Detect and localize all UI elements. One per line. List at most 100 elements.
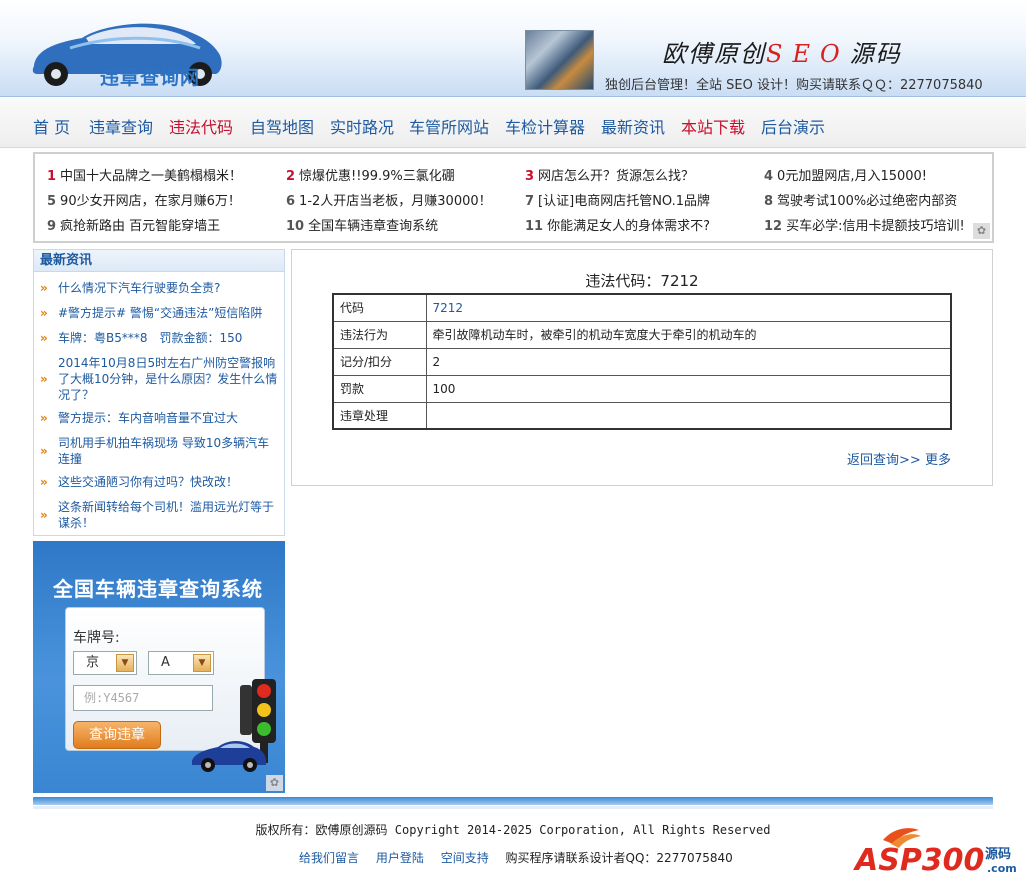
- ad-link[interactable]: 1 中国十大品牌之一美鹤榻榻米！: [47, 165, 242, 184]
- ad-rank: 11: [525, 219, 544, 234]
- ad-rank: 12: [764, 219, 783, 234]
- ad-link[interactable]: 6 1-2人开店当老板，月赚30000！: [286, 190, 492, 209]
- news-panel-title: 最新资讯: [34, 250, 284, 272]
- table-row: 代码 7212: [332, 293, 952, 322]
- paw-icon[interactable]: ✿: [266, 775, 283, 791]
- ad-text: 90少女开网店，在家月赚6万！: [60, 194, 241, 209]
- province-select[interactable]: 京 ▼: [73, 651, 137, 675]
- news-item-text: 这条新闻转给每个司机！滥用远光灯等于谋杀！: [58, 500, 275, 530]
- bullet-arrow-icon: »: [40, 306, 48, 320]
- detail-value: [425, 401, 952, 430]
- brand-subtitle: 独创后台管理！全站 SEO 设计！购买请联系ＱＱ：2277075840: [605, 78, 983, 93]
- detail-key: 代码: [332, 293, 427, 322]
- ad-rank: 5: [47, 194, 57, 209]
- badge-text: ASP300: [853, 843, 984, 876]
- nav-violation-code[interactable]: 违法代码: [169, 114, 233, 138]
- bullet-arrow-icon: »: [40, 508, 48, 522]
- violation-detail-table: 代码 7212 违法行为 牵引故障机动车时，被牵引的机动车宽度大于牵引的机动车的 记…: [332, 293, 952, 430]
- plate-number-input[interactable]: 例:Y4567: [73, 685, 213, 711]
- province-value: 京: [86, 655, 100, 670]
- brand-title-part-c: 源码: [849, 40, 902, 68]
- badge-domain: .com: [987, 862, 1017, 875]
- bullet-arrow-icon: »: [40, 475, 48, 489]
- table-row: 记分/扣分 2: [332, 347, 952, 376]
- nav-violation-query[interactable]: 违章查询: [89, 114, 153, 138]
- chevron-down-icon: ▼: [193, 654, 211, 672]
- header-photo: [525, 30, 594, 90]
- ad-link[interactable]: 8 驾驶考试100%必过绝密内部资: [764, 190, 957, 209]
- ad-text: 疯抢新路由 百元智能穿墙王: [60, 219, 221, 234]
- detail-key: 记分/扣分: [332, 347, 427, 376]
- violation-query-widget: 全国车辆违章查询系统 车牌号: 京 ▼ A ▼ 例:Y4567 查询违章 ✿: [33, 541, 285, 793]
- footer-links: 给我们留言 用户登陆 空间支持 购买程序请联系设计者QQ：2277075840: [299, 849, 733, 866]
- news-item-text: 这些交通陋习你有过吗？快改改！: [58, 475, 239, 489]
- chevron-down-icon: ▼: [116, 654, 134, 672]
- ad-link[interactable]: 12 买车必学:信用卡提额技巧培训!: [764, 215, 965, 234]
- detail-value: 牵引故障机动车时，被牵引的机动车宽度大于牵引的机动车的: [425, 320, 952, 349]
- nav-admin-demo[interactable]: 后台演示: [761, 114, 825, 138]
- ad-link[interactable]: 3 网店怎么开？货源怎么找？: [525, 165, 694, 184]
- news-item-text: 警方提示：车内音响音量不宜过大: [58, 411, 239, 425]
- logo-text: 违章查询网: [100, 67, 201, 89]
- ad-rank: 8: [764, 194, 774, 209]
- footer-divider-shadow: [33, 806, 993, 809]
- ad-text: 你能满足女人的身体需求不?: [547, 219, 710, 234]
- query-violation-button[interactable]: 查询违章: [73, 721, 161, 749]
- badge-sub: 源码: [985, 846, 1011, 862]
- paw-icon[interactable]: ✿: [973, 223, 990, 239]
- table-row: 违章处理: [332, 401, 952, 430]
- ad-rank: 6: [286, 194, 296, 209]
- detail-key: 违法行为: [332, 320, 427, 349]
- nav-latest-news[interactable]: 最新资讯: [601, 114, 665, 138]
- ad-rank: 4: [764, 169, 774, 184]
- ad-text: 中国十大品牌之一美鹤榻榻米！: [60, 169, 243, 184]
- ad-text: 惊爆优惠!!99.9%三氯化硼: [299, 169, 455, 184]
- ad-link[interactable]: 10 全国车辆违章查询系统: [286, 215, 438, 234]
- detail-key: 罚款: [332, 374, 427, 403]
- table-row: 罚款 100: [332, 374, 952, 403]
- footer-contact: 购买程序请联系设计者QQ：2277075840: [505, 851, 733, 865]
- letter-select[interactable]: A ▼: [148, 651, 214, 675]
- nav-home[interactable]: 首 页: [33, 114, 70, 138]
- ad-text: 0元加盟网店,月入15000!: [777, 169, 928, 184]
- ad-link[interactable]: 4 0元加盟网店,月入15000!: [764, 165, 927, 184]
- bullet-arrow-icon: »: [40, 411, 48, 425]
- back-to-query-link[interactable]: 返回查询>>: [847, 449, 921, 468]
- bullet-arrow-icon: »: [40, 331, 48, 345]
- detail-value: 7212: [425, 293, 952, 322]
- ad-rank: 3: [525, 169, 535, 184]
- footer-divider: [33, 797, 993, 805]
- footer-link-hosting[interactable]: 空间支持: [441, 851, 489, 865]
- nav-inspection-calculator[interactable]: 车检计算器: [505, 114, 585, 138]
- news-panel: 最新资讯 » 什么情况下汽车行驶要负全责? » #警方提示# 警惕“交通违法”短信陷…: [33, 249, 285, 536]
- query-widget-title: 全国车辆违章查询系统: [53, 577, 263, 601]
- asp300-badge-logo[interactable]: ASP300 源码 .com: [853, 824, 1023, 876]
- footer-link-login[interactable]: 用户登陆: [376, 851, 424, 865]
- footer-link-message[interactable]: 给我们留言: [299, 851, 359, 865]
- nav-drive-map[interactable]: 自驾地图: [250, 114, 314, 138]
- site-logo[interactable]: 违章查询网: [30, 18, 225, 92]
- ad-link[interactable]: 9 疯抢新路由 百元智能穿墙王: [47, 215, 220, 234]
- ad-text: 网店怎么开？货源怎么找？: [538, 169, 695, 184]
- ad-text: 1-2人开店当老板，月赚30000！: [299, 194, 492, 209]
- news-item-text: 司机用手机拍车祸现场 导致10多辆汽车连撞: [58, 436, 270, 466]
- ad-rank: 1: [47, 169, 57, 184]
- bullet-arrow-icon: »: [40, 281, 48, 295]
- ad-link[interactable]: 2 惊爆优惠!!99.9%三氯化硼: [286, 165, 455, 184]
- brand-title: 欧傅原创SEO源码: [662, 34, 902, 69]
- nav-dmv-sites[interactable]: 车管所网站: [409, 114, 489, 138]
- ad-rank: 10: [286, 219, 305, 234]
- ad-text: [认证]电商网店托管NO.1品牌: [538, 194, 711, 209]
- more-link[interactable]: 更多: [925, 449, 951, 468]
- site-header: 违章查询网 欧傅原创SEO源码 独创后台管理！全站 SEO 设计！购买请联系ＱＱ…: [0, 0, 1026, 97]
- nav-download[interactable]: 本站下载: [681, 114, 745, 138]
- ad-text: 买车必学:信用卡提额技巧培训!: [786, 219, 965, 234]
- nav-live-traffic[interactable]: 实时路况: [330, 114, 394, 138]
- ad-rank: 2: [286, 169, 296, 184]
- ad-link[interactable]: 5 90少女开网店，在家月赚6万！: [47, 190, 241, 209]
- table-row: 违法行为 牵引故障机动车时，被牵引的机动车宽度大于牵引的机动车的: [332, 320, 952, 349]
- ad-link[interactable]: 11 你能满足女人的身体需求不?: [525, 215, 710, 234]
- ad-link[interactable]: 7 [认证]电商网店托管NO.1品牌: [525, 190, 710, 209]
- news-item-text: 什么情况下汽车行驶要负全责?: [58, 281, 221, 295]
- news-item-text: 车牌：粤B5***8 罚款金额：150: [58, 331, 243, 345]
